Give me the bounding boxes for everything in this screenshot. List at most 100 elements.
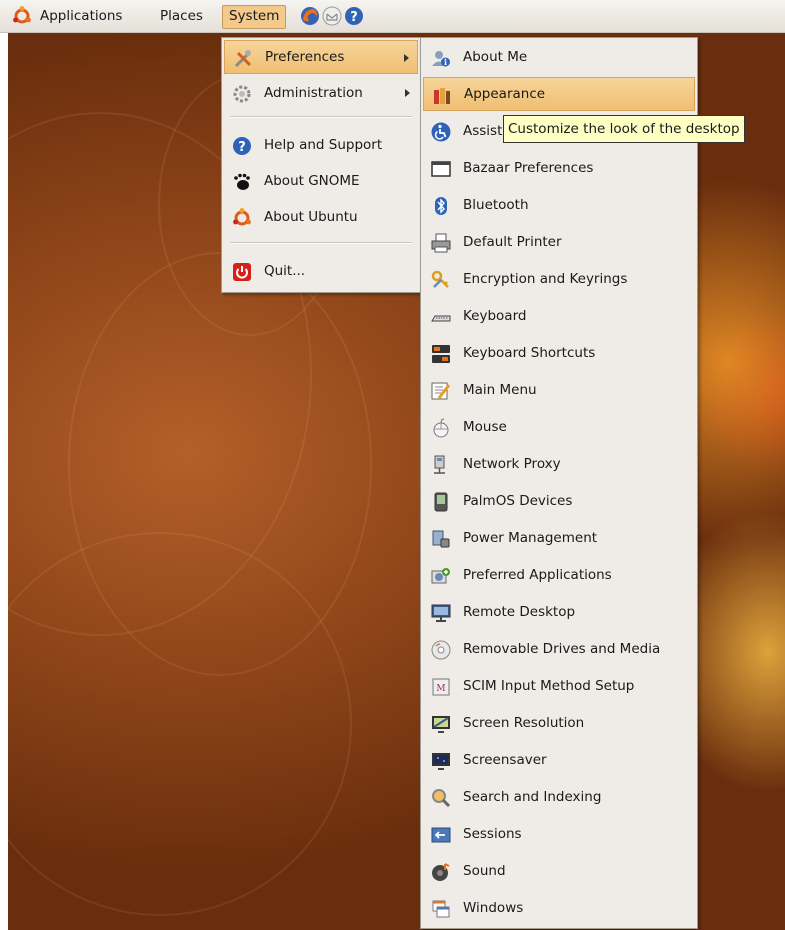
menu-item-label: Screensaver bbox=[463, 752, 547, 768]
places-menu[interactable]: Places bbox=[154, 5, 209, 27]
menu-item-label: Appearance bbox=[464, 86, 546, 102]
menu-item-label: Windows bbox=[463, 900, 524, 916]
menu-item-keyboard-shortcuts[interactable]: Keyboard Shortcuts bbox=[423, 336, 695, 370]
window-icon bbox=[431, 161, 451, 177]
svg-text:M: M bbox=[436, 684, 445, 694]
menu-item-removable-drives-and-media[interactable]: Removable Drives and Media bbox=[423, 632, 695, 666]
menu-item-label: Default Printer bbox=[463, 234, 562, 250]
menu-item-palmos-devices[interactable]: PalmOS Devices bbox=[423, 484, 695, 518]
menu-item-label: Keyboard bbox=[463, 308, 527, 324]
menu-item-search-and-indexing[interactable]: Search and Indexing bbox=[423, 780, 695, 814]
firefox-icon[interactable] bbox=[300, 6, 320, 26]
top-panel: Applications Places System ? bbox=[0, 0, 785, 33]
menu-item-label: Bluetooth bbox=[463, 197, 529, 213]
network-proxy-icon bbox=[434, 455, 445, 474]
menu-item-scim-input-method-setup[interactable]: M SCIM Input Method Setup bbox=[423, 669, 695, 703]
menu-item-label: Mouse bbox=[463, 419, 507, 435]
menu-item-appearance[interactable]: Appearance bbox=[423, 77, 695, 111]
svg-text:?: ? bbox=[350, 10, 358, 25]
menu-item-label: Encryption and Keyrings bbox=[463, 271, 628, 287]
administration-icon bbox=[233, 85, 251, 103]
scim-icon: M bbox=[432, 678, 450, 696]
preferences-submenu: i About Me Appearance Assistive Technolo… bbox=[420, 37, 698, 929]
menu-item-sessions[interactable]: Sessions bbox=[423, 817, 695, 851]
menu-item-about-gnome[interactable]: About GNOME bbox=[224, 164, 418, 198]
menu-item-power-management[interactable]: Power Management bbox=[423, 521, 695, 555]
system-menu[interactable]: System bbox=[222, 5, 287, 29]
appearance-icon bbox=[434, 88, 450, 104]
menu-item-label: Sound bbox=[463, 863, 506, 879]
keyboard-shortcuts-icon bbox=[432, 345, 450, 363]
gnome-foot-icon bbox=[234, 173, 250, 190]
menu-item-label: SCIM Input Method Setup bbox=[463, 678, 635, 694]
help-icon[interactable]: ? bbox=[344, 6, 364, 26]
mail-icon[interactable] bbox=[322, 6, 342, 26]
menu-item-mouse[interactable]: Mouse bbox=[423, 410, 695, 444]
power-management-icon bbox=[432, 530, 450, 548]
menu-item-label: PalmOS Devices bbox=[463, 493, 573, 509]
menu-item-label: About Me bbox=[463, 49, 528, 65]
menu-item-network-proxy[interactable]: Network Proxy bbox=[423, 447, 695, 481]
menu-item-encryption-and-keyrings[interactable]: Encryption and Keyrings bbox=[423, 262, 695, 296]
sound-icon bbox=[432, 863, 450, 881]
menu-item-windows[interactable]: Windows bbox=[423, 891, 695, 925]
menu-item-about-ubuntu[interactable]: About Ubuntu bbox=[224, 200, 418, 234]
menu-item-screensaver[interactable]: Screensaver bbox=[423, 743, 695, 777]
svg-text:?: ? bbox=[238, 140, 246, 155]
menu-item-label: Preferences bbox=[265, 49, 345, 65]
menu-item-label: Sessions bbox=[463, 826, 522, 842]
ubuntu-logo-icon bbox=[233, 208, 251, 226]
menu-item-label: Keyboard Shortcuts bbox=[463, 345, 596, 361]
menu-item-label: About GNOME bbox=[264, 173, 360, 189]
menu-item-label: Preferred Applications bbox=[463, 567, 612, 583]
help-icon: ? bbox=[233, 137, 251, 155]
menu-item-label: Network Proxy bbox=[463, 456, 561, 472]
menu-item-about-me[interactable]: i About Me bbox=[423, 40, 695, 74]
keyboard-icon bbox=[431, 315, 451, 322]
menu-item-remote-desktop[interactable]: Remote Desktop bbox=[423, 595, 695, 629]
ubuntu-logo-icon[interactable] bbox=[12, 6, 32, 26]
screen-resolution-icon bbox=[432, 716, 450, 733]
menu-item-screen-resolution[interactable]: Screen Resolution bbox=[423, 706, 695, 740]
preferences-icon bbox=[234, 50, 252, 68]
preferred-apps-icon bbox=[431, 568, 450, 584]
menu-item-default-printer[interactable]: Default Printer bbox=[423, 225, 695, 259]
system-dropdown: Preferences Administration ? Help and Su… bbox=[221, 37, 421, 293]
mouse-icon bbox=[433, 418, 449, 438]
windows-icon bbox=[432, 900, 450, 918]
menu-item-keyboard[interactable]: Keyboard bbox=[423, 299, 695, 333]
menu-item-label: Search and Indexing bbox=[463, 789, 602, 805]
menu-separator bbox=[230, 116, 412, 118]
submenu-arrow-icon bbox=[404, 54, 409, 62]
menu-item-label: Main Menu bbox=[463, 382, 537, 398]
menu-item-label: Help and Support bbox=[264, 137, 383, 153]
menu-item-quit[interactable]: Quit... bbox=[224, 254, 418, 288]
accessibility-icon bbox=[431, 122, 451, 142]
sessions-icon bbox=[431, 827, 451, 843]
menu-separator bbox=[230, 242, 412, 244]
bluetooth-icon bbox=[435, 197, 447, 215]
menu-item-label: About Ubuntu bbox=[264, 209, 358, 225]
menu-item-label: Remote Desktop bbox=[463, 604, 576, 620]
screensaver-icon bbox=[432, 753, 450, 770]
main-menu-icon bbox=[431, 382, 451, 400]
menu-item-label: Power Management bbox=[463, 530, 598, 546]
menu-item-label: Screen Resolution bbox=[463, 715, 585, 731]
menu-item-main-menu[interactable]: Main Menu bbox=[423, 373, 695, 407]
menu-item-administration[interactable]: Administration bbox=[224, 76, 418, 110]
svg-text:i: i bbox=[444, 57, 447, 67]
submenu-arrow-icon bbox=[405, 89, 410, 97]
power-icon bbox=[233, 263, 251, 281]
menu-item-sound[interactable]: Sound bbox=[423, 854, 695, 888]
applications-menu[interactable]: Applications bbox=[34, 5, 128, 27]
menu-item-label: Quit... bbox=[264, 263, 306, 279]
menu-item-bazaar-preferences[interactable]: Bazaar Preferences bbox=[423, 151, 695, 185]
about-me-icon: i bbox=[432, 51, 450, 67]
menu-item-label: Removable Drives and Media bbox=[463, 641, 661, 657]
menu-item-preferred-applications[interactable]: Preferred Applications bbox=[423, 558, 695, 592]
menu-item-help-and-support[interactable]: ? Help and Support bbox=[224, 128, 418, 162]
menu-item-bluetooth[interactable]: Bluetooth bbox=[423, 188, 695, 222]
menu-item-preferences[interactable]: Preferences bbox=[224, 40, 418, 74]
printer-icon bbox=[431, 233, 451, 253]
keyring-icon bbox=[431, 270, 449, 288]
